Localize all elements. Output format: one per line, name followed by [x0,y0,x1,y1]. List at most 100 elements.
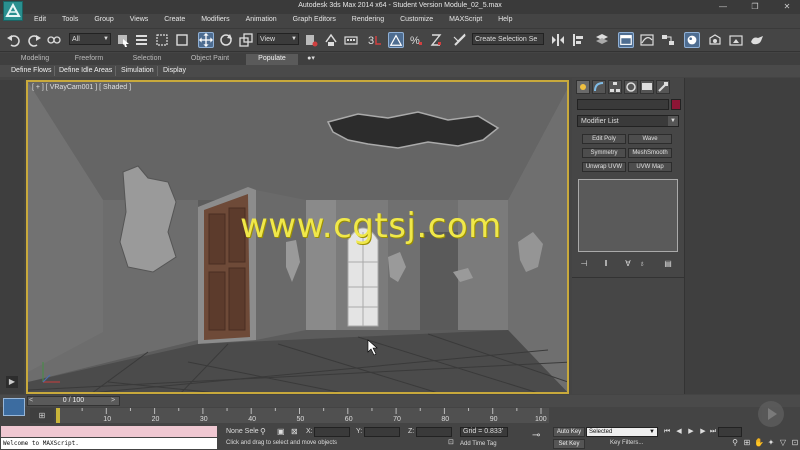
object-color-swatch[interactable] [671,99,681,110]
mirror-icon[interactable] [550,32,566,48]
modifier-list-dropdown[interactable]: Modifier List ▼ [577,115,679,127]
rectangular-selection-icon[interactable] [154,32,170,48]
pin-stack-icon[interactable]: ⊣ [578,258,590,269]
keyboard-shortcut-override-icon[interactable] [343,32,359,48]
edit-poly-button[interactable]: Edit Poly [582,134,626,144]
utilities-panel-tab[interactable] [656,80,670,94]
select-by-name-icon[interactable] [134,32,150,48]
select-and-link-icon[interactable] [46,32,62,48]
ribbon-toggle-icon[interactable] [618,32,634,48]
define-idle-areas-button[interactable]: Define Idle Areas [56,66,117,76]
menu-graph-editors[interactable]: Graph Editors [286,14,343,23]
percent-snap-icon[interactable]: % [408,32,424,48]
time-tag-icon[interactable]: ⊡ [448,438,454,446]
video-play-overlay-icon[interactable] [758,401,784,427]
motion-panel-tab[interactable] [624,80,638,94]
spinner-snap-icon[interactable] [428,32,444,48]
current-frame-field[interactable] [718,427,742,437]
select-object-icon[interactable] [115,32,131,48]
key-selection-set-dropdown[interactable]: Selected ▼ [586,427,658,437]
schematic-view-icon[interactable] [660,32,676,48]
modifier-stack-list[interactable] [578,179,678,252]
timeline-ruler[interactable]: 0102030405060708090100 [56,408,549,423]
zoom-all-icon[interactable]: ⊞ [742,437,752,449]
menu-help[interactable]: Help [491,14,519,23]
menu-create[interactable]: Create [157,14,192,23]
make-unique-icon[interactable]: ∀ [622,258,634,269]
display-button[interactable]: Display [160,66,189,76]
meshsmooth-button[interactable]: MeshSmooth [628,148,672,158]
menu-group[interactable]: Group [87,14,120,23]
wave-button[interactable]: Wave [628,134,672,144]
create-panel-tab[interactable] [576,80,590,94]
menu-modifiers[interactable]: Modifiers [194,14,236,23]
pivot-center-icon[interactable] [303,32,319,48]
maximize-viewport-icon[interactable]: ⊡ [790,437,800,449]
y-coordinate-field[interactable] [364,427,400,437]
configure-modifier-sets-icon[interactable]: ▤ [662,258,674,269]
layer-manager-icon[interactable] [594,32,610,48]
uvw-map-button[interactable]: UVW Map [628,162,672,172]
curve-editor-icon[interactable] [639,32,655,48]
lock-icon[interactable]: ▣ [277,427,285,436]
set-key-button[interactable]: Set Key [553,439,585,449]
render-production-icon[interactable] [749,32,765,48]
rendered-frame-window-icon[interactable] [728,32,744,48]
go-to-end-icon[interactable]: ⏭ [708,427,718,437]
add-time-tag[interactable]: Add Time Tag [460,441,497,447]
select-and-scale-icon[interactable] [238,32,254,48]
menu-tools[interactable]: Tools [55,14,85,23]
snaps-toggle-icon[interactable]: 3 [367,32,383,48]
show-end-result-icon[interactable]: ‖ [600,258,612,269]
camera-viewport[interactable]: [ + ] [ VRayCam001 ] [ Shaded ] www.cgts… [26,80,569,394]
auto-key-button[interactable]: Auto Key [553,427,585,437]
time-slider[interactable]: 0 / 100 [27,396,120,406]
menu-animation[interactable]: Animation [239,14,284,23]
tab-object-paint[interactable]: Object Paint [180,54,240,65]
select-and-rotate-icon[interactable] [218,32,234,48]
redo-icon[interactable] [26,32,42,48]
selection-filter-dropdown[interactable]: All ▼ [69,33,111,45]
select-and-move-icon[interactable] [198,32,214,48]
track-bar-key-icon[interactable]: ⊞ [30,408,54,423]
maxscript-mini-listener[interactable]: Welcome to MAXScript. [0,425,218,450]
go-to-start-icon[interactable]: ⏮ [662,427,672,437]
maxscript-output-line[interactable]: Welcome to MAXScript. [1,438,217,449]
tab-modeling[interactable]: Modeling [8,54,62,65]
tab-selection[interactable]: Selection [120,54,174,65]
menu-rendering[interactable]: Rendering [345,14,391,23]
key-icon[interactable]: ⊸ [532,430,540,441]
mini-curve-editor-toggle[interactable] [3,398,25,416]
menu-edit[interactable]: Edit [26,14,53,23]
hierarchy-panel-tab[interactable] [608,80,622,94]
previous-frame-icon[interactable]: ◀ [674,427,684,437]
undo-icon[interactable] [6,32,22,48]
named-selection-dropdown[interactable]: Create Selection Se [472,33,544,45]
unwrap-uvw-button[interactable]: Unwrap UVW [582,162,626,172]
pan-hand-icon[interactable]: ✋ [754,437,764,449]
close-button[interactable]: ✕ [774,1,800,13]
render-setup-icon[interactable] [707,32,723,48]
maximize-button[interactable]: ❐ [742,1,768,13]
x-coordinate-field[interactable] [314,427,350,437]
minimize-button[interactable]: — [710,1,736,13]
reference-coord-dropdown[interactable]: View ▼ [257,33,299,45]
play-animation-icon[interactable]: ▶ [686,427,696,437]
remove-modifier-icon[interactable]: ♁ [636,258,648,269]
menu-views[interactable]: Views [123,14,156,23]
tab-populate[interactable]: Populate [246,54,298,65]
next-frame-icon[interactable]: ▶ [698,427,708,437]
orbit-icon[interactable]: ✦ [766,437,776,449]
edit-named-selections-icon[interactable] [452,32,468,48]
define-flows-button[interactable]: Define Flows [8,66,56,76]
key-filters-button[interactable]: Key Filters... [610,440,643,446]
zoom-icon[interactable]: ⚲ [730,437,740,449]
slider-next-icon[interactable]: > [111,397,115,404]
material-editor-icon[interactable] [684,32,700,48]
menu-customize[interactable]: Customize [393,14,440,23]
slider-prev-icon[interactable]: < [29,397,33,404]
z-coordinate-field[interactable] [416,427,452,437]
modify-panel-tab[interactable] [592,80,606,94]
menu-maxscript[interactable]: MAXScript [442,14,489,23]
app-logo-button[interactable] [3,1,23,21]
